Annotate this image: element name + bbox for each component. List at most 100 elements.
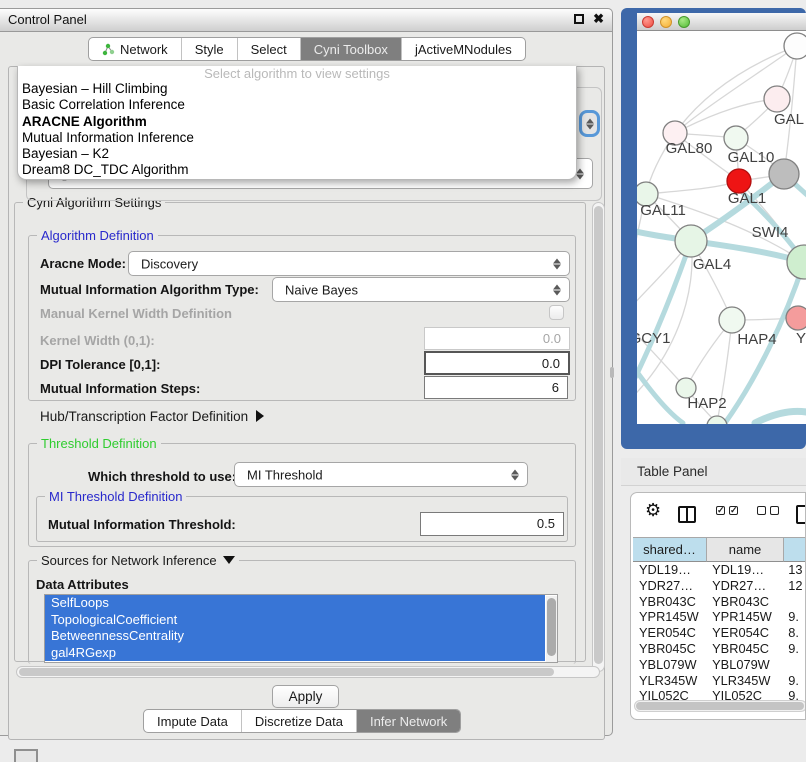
tab-select[interactable]: Select [237, 38, 300, 60]
chevron-updown-icon [576, 168, 584, 179]
table-cell: YBR043C [633, 594, 706, 610]
attribute-item-betweennesscentrality[interactable]: BetweennessCentrality [45, 628, 545, 645]
which-threshold-combo[interactable]: MI Threshold [234, 462, 528, 487]
attribute-item-topologicalcoefficient[interactable]: TopologicalCoefficient [45, 612, 545, 629]
document-icon[interactable] [796, 505, 806, 524]
mi-type-label: Mutual Information Algorithm Type: [40, 282, 259, 297]
tab-style[interactable]: Style [181, 38, 237, 60]
network-node-gal10[interactable] [724, 126, 748, 150]
unchecked-checkbox-icon[interactable] [770, 506, 779, 515]
network-window-titlebar[interactable] [637, 13, 806, 31]
network-canvas[interactable]: GALGAL80GAL10GAL1GAL11SWI4GAL4GCY1HAP4YH… [637, 31, 806, 424]
column-header-2[interactable] [784, 537, 806, 562]
network-node-gal4[interactable] [675, 225, 707, 257]
algorithm-option-bayesian-hill-climbing[interactable]: Bayesian – Hill Climbing [18, 81, 576, 97]
algorithm-option-aracne-algorithm[interactable]: ARACNE Algorithm [18, 114, 576, 130]
algorithm-popup-prompt: Select algorithm to view settings [18, 66, 576, 81]
algorithm-option-mutual-information-inference[interactable]: Mutual Information Inference [18, 130, 576, 146]
gear-icon[interactable]: ⚙ [645, 500, 661, 521]
table-cell: YBR045C [706, 641, 782, 657]
close-icon[interactable]: ✖ [593, 11, 604, 27]
table-row[interactable]: YER054CYER054C8. [633, 625, 806, 641]
node-label: GAL11 [640, 202, 686, 219]
network-node[interactable] [769, 159, 799, 189]
hub-definition-toggle[interactable]: Hub/Transcription Factor Definition [40, 409, 264, 424]
float-panel-icon[interactable] [574, 14, 584, 24]
dpi-tolerance-input[interactable]: 0.0 [424, 351, 570, 375]
sources-group-title[interactable]: Sources for Network Inference [37, 553, 239, 568]
table-row[interactable]: YPR145WYPR145W9. [633, 609, 806, 625]
control-panel-title: Control Panel [8, 12, 87, 27]
threshold-definition-title: Threshold Definition [37, 436, 161, 451]
tab-label: jActiveMNodules [415, 42, 512, 57]
data-attributes-list[interactable]: SelfLoopsTopologicalCoefficientBetweenne… [44, 594, 558, 663]
tab-network[interactable]: Network [89, 38, 181, 60]
tab-label: Select [251, 42, 287, 57]
algorithm-combo-spinner[interactable] [579, 110, 600, 137]
partial-icon[interactable] [14, 749, 38, 762]
algorithm-option-basic-correlation-inference[interactable]: Basic Correlation Inference [18, 97, 576, 113]
mi-steps-input[interactable]: 6 [424, 376, 568, 399]
settings-horizontal-scrollbar[interactable] [16, 666, 600, 678]
zoom-traffic-light-icon[interactable] [678, 16, 690, 28]
kernel-width-label: Kernel Width (0,1): [40, 333, 155, 348]
split-columns-icon[interactable] [678, 506, 696, 523]
table-row[interactable]: YBR045CYBR045C9. [633, 641, 806, 657]
node-label: HAP4 [737, 331, 776, 348]
attribute-item-gal4rgexp[interactable]: gal4RGexp [45, 645, 545, 662]
table-cell [782, 657, 806, 673]
tab-infer-network[interactable]: Infer Network [356, 710, 460, 732]
attribute-item-selfloops[interactable]: SelfLoops [45, 595, 545, 612]
manual-kernel-checkbox[interactable] [549, 305, 564, 320]
node-label: SWI4 [752, 224, 789, 241]
table-row[interactable]: YBR043CYBR043C [633, 594, 806, 610]
table-row[interactable]: YDL19…YDL19…13 [633, 562, 806, 578]
column-header-shared-[interactable]: shared… [633, 537, 707, 562]
table-row[interactable]: YDR27…YDR27…12 [633, 578, 806, 594]
kernel-width-input[interactable]: 0.0 [424, 327, 570, 350]
network-node-gal[interactable] [764, 86, 790, 112]
mi-threshold-input[interactable]: 0.5 [420, 512, 564, 536]
apply-button[interactable]: Apply [272, 685, 339, 708]
checked-checkbox-icon[interactable]: ✓ [716, 506, 725, 515]
table-row[interactable]: YBL079WYBL079W [633, 657, 806, 673]
mi-threshold-label: Mutual Information Threshold: [48, 517, 236, 532]
attributes-scrollbar[interactable] [546, 596, 557, 662]
tab-cyni-toolbox[interactable]: Cyni Toolbox [300, 38, 401, 60]
algorithm-option-dream8-dc-tdc-algorithm[interactable]: Dream8 DC_TDC Algorithm [18, 162, 576, 178]
tab-discretize-data[interactable]: Discretize Data [241, 710, 356, 732]
table-cell: 9. [782, 673, 806, 689]
network-node-swi4[interactable] [787, 245, 806, 279]
mi-algorithm-type-combo[interactable]: Naive Bayes [272, 277, 570, 302]
data-attributes-label: Data Attributes [36, 577, 129, 592]
network-node-hap4[interactable] [719, 307, 745, 333]
column-header-name[interactable]: name [707, 537, 784, 562]
checked-checkbox-icon[interactable]: ✓ [729, 506, 738, 515]
chevron-updown-icon [511, 469, 519, 480]
table-cell: YBL079W [706, 657, 782, 673]
table-cell: YER054C [706, 625, 782, 641]
table-cell: YBR045C [633, 641, 706, 657]
table-row[interactable]: YIL052CYIL052C9. [633, 688, 806, 700]
unchecked-checkbox-icon[interactable] [757, 506, 766, 515]
dpi-tolerance-label: DPI Tolerance [0,1]: [40, 357, 160, 372]
network-node-y[interactable] [786, 306, 806, 330]
tab-impute-data[interactable]: Impute Data [144, 710, 241, 732]
table-horizontal-scrollbar[interactable] [634, 700, 806, 712]
table-row[interactable]: YLR345WYLR345W9. [633, 673, 806, 689]
network-node[interactable] [784, 33, 806, 59]
network-edge-thick[interactable] [755, 411, 806, 423]
algorithm-popup-items: Bayesian – Hill ClimbingBasic Correlatio… [18, 81, 576, 179]
network-edge[interactable] [646, 181, 739, 194]
aracne-mode-label: Aracne Mode: [40, 256, 126, 271]
network-edge[interactable] [675, 99, 777, 133]
close-traffic-light-icon[interactable] [642, 16, 654, 28]
tab-label: Network [120, 42, 168, 57]
network-node[interactable] [707, 416, 727, 424]
tab-jactivemnodules[interactable]: jActiveMNodules [401, 38, 525, 60]
panel-splitter-handle[interactable] [610, 367, 614, 378]
settings-vertical-scrollbar[interactable] [592, 202, 605, 672]
aracne-mode-combo[interactable]: Discovery [128, 251, 570, 276]
algorithm-option-bayesian-k2[interactable]: Bayesian – K2 [18, 146, 576, 162]
minimize-traffic-light-icon[interactable] [660, 16, 672, 28]
